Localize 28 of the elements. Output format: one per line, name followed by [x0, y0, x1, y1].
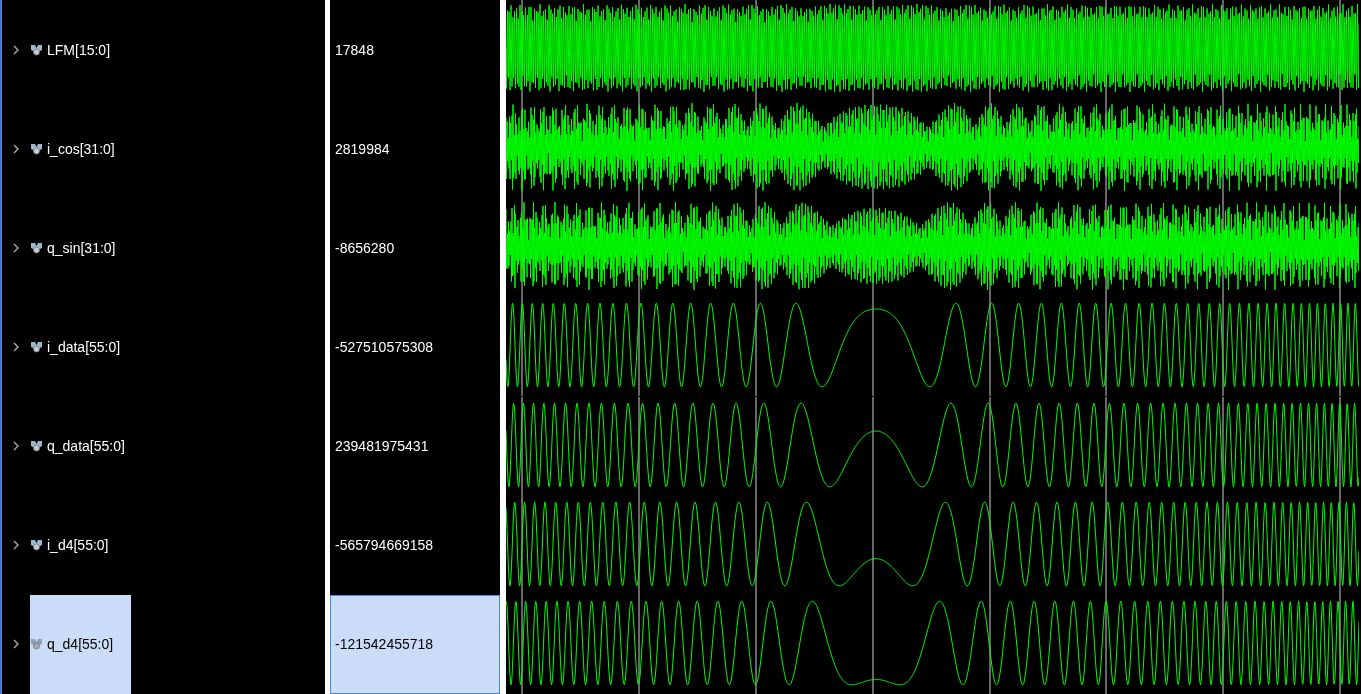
- expand-chevron-icon[interactable]: [12, 143, 20, 154]
- signal-name[interactable]: q_sin[31:0]: [30, 198, 134, 298]
- bus-signal-icon: [30, 43, 43, 56]
- signal-name[interactable]: i_data[55:0]: [30, 297, 139, 397]
- signal-name[interactable]: i_d4[55:0]: [30, 495, 127, 595]
- signal-name[interactable]: i_cos[31:0]: [30, 99, 133, 199]
- signal-value: -565794669158: [334, 536, 435, 556]
- bus-signal-icon: [30, 539, 43, 552]
- bus-signal-icon: [30, 638, 43, 651]
- signal-value: -8656280: [334, 238, 396, 258]
- bus-signal-icon: [30, 142, 43, 155]
- bus-signal-icon: [30, 340, 43, 353]
- signal-value: 2819984: [334, 139, 391, 159]
- bus-signal-icon: [30, 241, 43, 254]
- bus-signal-icon: [30, 440, 43, 453]
- signal-name[interactable]: q_d4[55:0]: [30, 594, 132, 694]
- signal-name[interactable]: LFM[15:0]: [30, 0, 129, 100]
- expand-chevron-icon[interactable]: [12, 441, 20, 452]
- signal-value: -121542455718: [330, 594, 500, 694]
- expand-chevron-icon[interactable]: [12, 540, 20, 551]
- expand-chevron-icon[interactable]: [12, 639, 20, 650]
- expand-chevron-icon[interactable]: [12, 341, 20, 352]
- signal-value: -527510575308: [334, 337, 435, 357]
- expand-chevron-icon[interactable]: [12, 44, 20, 55]
- signal-name[interactable]: q_data[55:0]: [30, 396, 143, 496]
- expand-chevron-icon[interactable]: [12, 242, 20, 253]
- signal-value: 239481975431: [334, 437, 430, 457]
- signal-value: 17848: [334, 40, 375, 60]
